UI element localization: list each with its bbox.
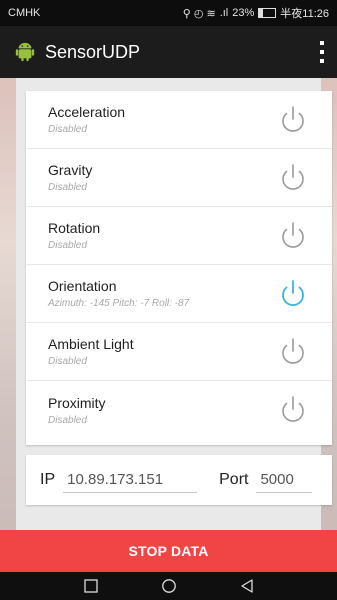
home-icon[interactable] bbox=[160, 577, 178, 595]
network-settings: IP 10.89.173.151 Port 5000 bbox=[26, 455, 332, 505]
power-toggle-icon[interactable] bbox=[276, 219, 310, 253]
sensor-status: Disabled bbox=[48, 124, 87, 135]
stop-data-button[interactable]: STOP DATA bbox=[0, 530, 337, 572]
sensor-row-orientation: Orientation Azimuth: -145 Pitch: -7 Roll… bbox=[26, 265, 332, 323]
clock: 半夜11:26 bbox=[280, 8, 329, 20]
sensor-status: Disabled bbox=[48, 414, 87, 426]
android-icon bbox=[15, 42, 35, 62]
status-indicators: ⚲ ◴ ≋ .ıl 23% 半夜11:26 bbox=[183, 5, 329, 21]
sensor-row-proximity: Proximity Disabled bbox=[26, 381, 332, 439]
sensor-name: Orientation bbox=[48, 278, 117, 294]
power-toggle-icon[interactable] bbox=[276, 393, 310, 427]
sensor-row-rotation: Rotation Disabled bbox=[26, 207, 332, 265]
battery-icon bbox=[258, 8, 277, 18]
system-navigation-bar bbox=[0, 572, 337, 600]
sensor-status: Disabled bbox=[48, 356, 87, 367]
sensor-name: Gravity bbox=[48, 162, 93, 178]
power-toggle-icon[interactable] bbox=[276, 103, 310, 137]
wallpaper-edge-left bbox=[0, 0, 16, 600]
app-bar: SensorUDP bbox=[0, 26, 337, 78]
app-title: SensorUDP bbox=[45, 41, 141, 62]
power-toggle-icon[interactable] bbox=[276, 161, 310, 195]
signal-icon: .ıl bbox=[219, 7, 229, 19]
ip-input[interactable]: 10.89.173.151 bbox=[63, 467, 198, 493]
port-input[interactable]: 5000 bbox=[256, 467, 313, 493]
recents-icon[interactable] bbox=[82, 577, 100, 595]
power-toggle-icon[interactable] bbox=[276, 277, 310, 311]
sensor-name: Rotation bbox=[48, 220, 101, 236]
sensor-name: Acceleration bbox=[48, 104, 126, 120]
sensor-row-acceleration: Acceleration Disabled bbox=[26, 91, 332, 149]
power-toggle-icon[interactable] bbox=[276, 335, 310, 369]
sensor-status: Azimuth: -145 Pitch: -7 Roll: -87 bbox=[48, 298, 190, 309]
sensor-list: Acceleration Disabled Gravity Disabled R… bbox=[26, 91, 332, 445]
sensor-row-gravity: Gravity Disabled bbox=[26, 149, 332, 207]
sensor-status: Disabled bbox=[48, 240, 87, 251]
sensor-name: Proximity bbox=[48, 394, 106, 411]
port-label: Port bbox=[219, 471, 249, 488]
sensor-status: Disabled bbox=[48, 182, 87, 193]
sensor-name: Ambient Light bbox=[48, 336, 134, 352]
ip-label: IP bbox=[40, 471, 56, 488]
carrier-label: CMHK bbox=[8, 7, 41, 19]
sensor-row-ambient-light: Ambient Light Disabled bbox=[26, 323, 332, 381]
battery-percent: 23% bbox=[232, 7, 255, 19]
back-icon[interactable] bbox=[238, 577, 256, 595]
status-bar: CMHK ⚲ ◴ ≋ .ıl 23% 半夜11:26 bbox=[0, 0, 337, 26]
overflow-menu-icon[interactable] bbox=[317, 41, 327, 63]
notification-icons: ⚲ ◴ ≋ bbox=[182, 7, 216, 20]
